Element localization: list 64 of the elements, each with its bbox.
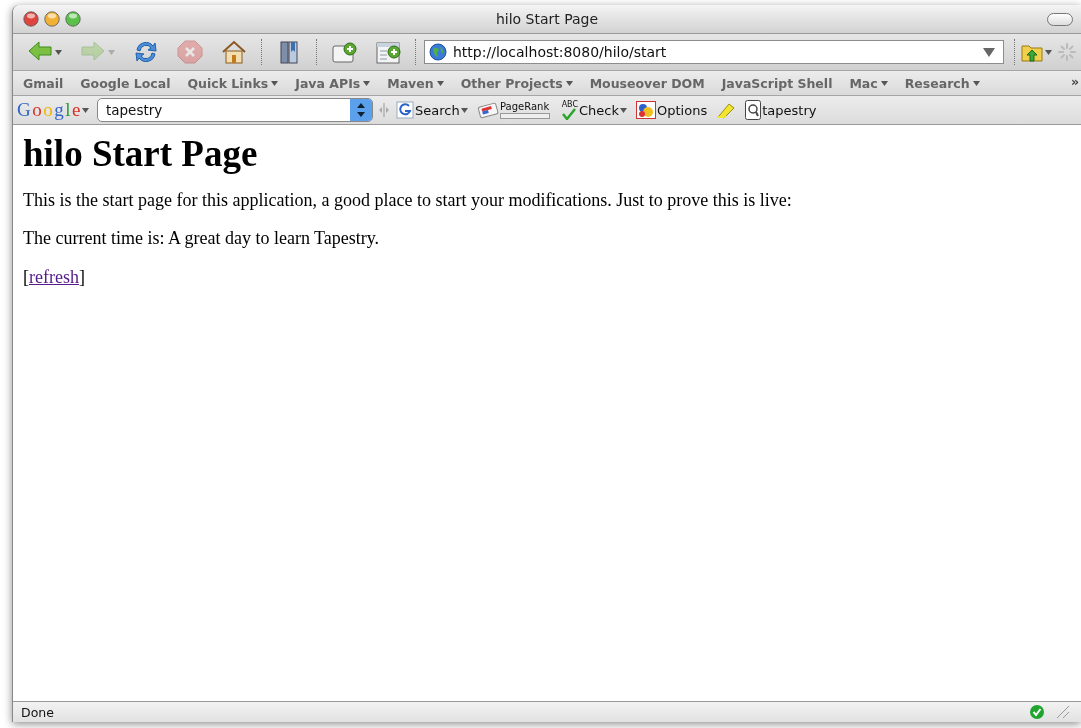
status-text: Done <box>21 704 55 720</box>
highlighter-icon <box>716 101 737 119</box>
caret-icon <box>972 80 980 86</box>
bookmark-link[interactable]: Mouseover DOM <box>589 75 705 91</box>
pagerank-button[interactable]: PageRank <box>473 98 553 122</box>
caret-icon <box>565 80 573 86</box>
arrow-left-icon <box>27 40 53 64</box>
window-title: hilo Start Page <box>494 11 600 27</box>
bookmark-link[interactable]: JavaScript Shell <box>721 75 833 91</box>
zoom-button[interactable] <box>65 11 81 27</box>
bookmark-folder[interactable]: Mac <box>849 75 888 91</box>
new-tab-icon <box>375 40 401 64</box>
house-icon <box>221 40 247 64</box>
caret-icon <box>620 107 628 113</box>
spinner-icon <box>1058 43 1076 61</box>
card-icon <box>476 101 499 119</box>
paragraph: This is the start page for this application, a good place to start your modifications. Just to prove this is live: <box>23 189 793 212</box>
new-window-icon <box>331 40 357 64</box>
refresh-link[interactable]: refresh <box>29 266 79 287</box>
g-logo-icon <box>395 101 414 119</box>
dropdown-arrow-icon <box>983 47 995 57</box>
bookmark-folder[interactable]: Java APIs <box>295 75 371 91</box>
bookmark-link[interactable]: Gmail <box>23 75 64 91</box>
search-button[interactable]: Search <box>392 98 471 122</box>
stop-icon <box>177 40 203 64</box>
minimize-button[interactable] <box>44 11 60 27</box>
page-heading: hilo Start Page <box>23 133 259 176</box>
caret-icon <box>1045 49 1052 55</box>
search-field[interactable]: tapestry <box>96 98 373 122</box>
caret-icon <box>363 80 371 86</box>
close-button[interactable] <box>23 11 39 27</box>
term-button[interactable]: tapestry <box>742 98 820 122</box>
bracket: ] <box>78 266 85 287</box>
bookmark-link[interactable]: Google Local <box>80 75 171 91</box>
caret-icon <box>271 80 279 86</box>
options-button[interactable]: Options <box>633 98 711 122</box>
reload-icon <box>133 40 159 64</box>
resize-grip-icon <box>1057 706 1069 718</box>
magnifier-page-icon <box>745 100 762 120</box>
bookmark-folder[interactable]: Maven <box>387 75 444 91</box>
spellcheck-label: ABC <box>561 100 579 108</box>
caret-icon <box>55 49 62 55</box>
folder-icon <box>1021 42 1043 62</box>
check-mark-icon <box>561 107 576 120</box>
bookmark-folder[interactable]: Other Projects <box>460 75 573 91</box>
stepper-icon <box>349 99 372 121</box>
paragraph: The current time is: A great day to learn Tapestry. <box>23 228 381 250</box>
bracket: [ <box>23 266 29 287</box>
caret-icon <box>460 107 468 113</box>
toolbar-toggle-button[interactable] <box>1047 13 1073 26</box>
address-field[interactable]: http://localhost:8080/hilo/start <box>424 40 1004 64</box>
caret-icon <box>880 80 888 86</box>
bookmark-folder[interactable]: Quick Links <box>187 75 279 91</box>
caret-icon <box>108 49 115 55</box>
bookmark-folder[interactable]: Research <box>904 75 980 91</box>
check-circle-icon <box>1029 704 1045 720</box>
globe-icon <box>429 43 447 61</box>
caret-icon <box>436 80 444 86</box>
overflow-chevron[interactable]: » <box>1070 74 1079 89</box>
resize-grip-icon <box>378 103 389 117</box>
caret-icon <box>81 107 89 113</box>
options-icon <box>636 101 657 119</box>
bar-meter-icon <box>499 112 550 119</box>
google-logo[interactable]: Google <box>17 99 89 121</box>
